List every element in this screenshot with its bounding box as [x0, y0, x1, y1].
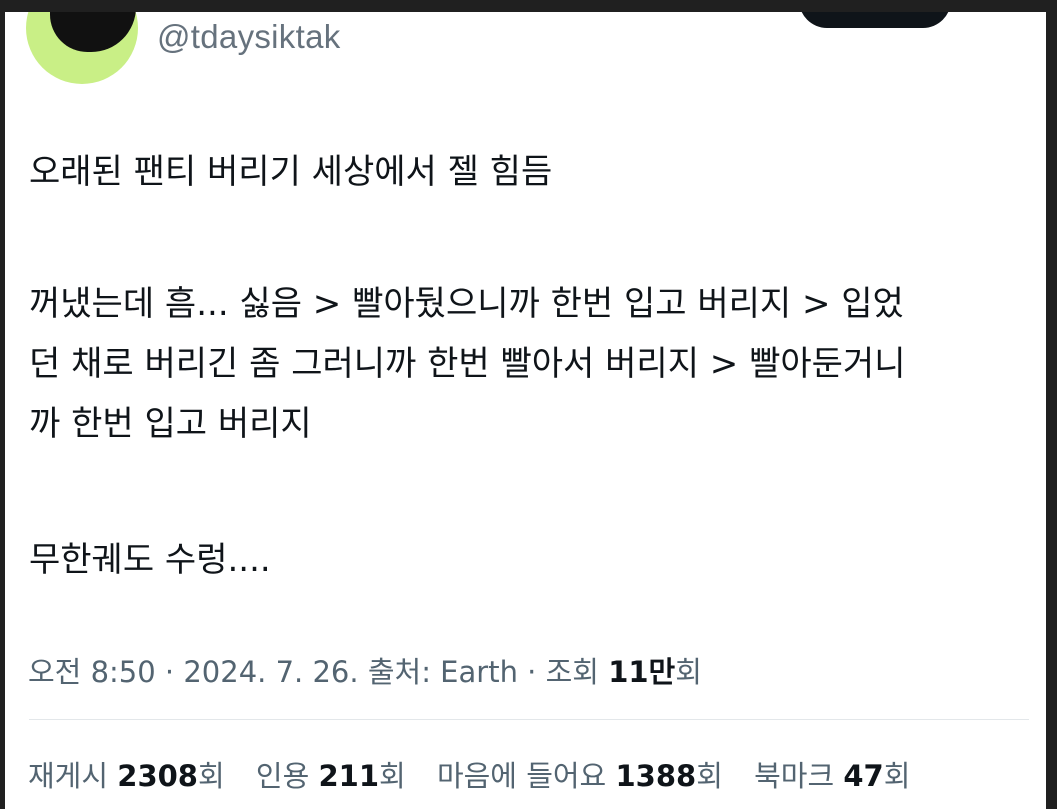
- avatar[interactable]: [26, 12, 138, 84]
- quotes-suffix: 회: [379, 759, 406, 793]
- views-label: 조회: [545, 655, 599, 689]
- tweet-text-line: 오래된 팬티 버리기 세상에서 젤 힘듬: [29, 152, 553, 192]
- likes-stat[interactable]: 마음에 들어요 1388회: [437, 759, 723, 793]
- likes-suffix: 회: [696, 759, 723, 793]
- tweet-text-line: 까 한번 입고 버리지: [29, 404, 312, 444]
- meta-separator: ·: [164, 655, 184, 689]
- retweets-stat[interactable]: 재게시 2308회: [28, 759, 225, 793]
- quotes-label: 인용: [255, 759, 310, 793]
- views-value: 11만: [608, 655, 676, 689]
- quotes-count: 211: [318, 759, 380, 793]
- retweets-count: 2308: [117, 759, 198, 793]
- retweets-label: 재게시: [28, 759, 109, 793]
- views-suffix: 회: [675, 655, 702, 689]
- tweet-card: @tdaysiktak 오래된 팬티 버리기 세상에서 젤 힘듬 꺼냈는데 흠.…: [5, 12, 1046, 809]
- retweets-suffix: 회: [197, 759, 225, 793]
- tweet-text-line: 꺼냈는데 흠... 싫음 > 빨아뒀으니까 한번 입고 버리지 > 입었: [29, 284, 904, 324]
- tweet-text-line: 무한궤도 수렁....: [29, 540, 271, 580]
- bookmarks-suffix: 회: [883, 759, 911, 793]
- tweet-text-line: 던 채로 버리긴 좀 그러니까 한번 빨아서 버리지 > 빨아둔거니: [29, 344, 906, 384]
- divider: [29, 719, 1029, 720]
- follow-button[interactable]: [799, 12, 951, 28]
- tweet-date[interactable]: 2024. 7. 26.: [183, 655, 358, 689]
- bookmarks-stat[interactable]: 북마크 47회: [754, 759, 910, 793]
- quotes-stat[interactable]: 인용 211회: [256, 759, 406, 793]
- black-cat-icon: [50, 12, 136, 52]
- bookmarks-label: 북마크: [754, 759, 835, 793]
- likes-label: 마음에 들어요: [436, 759, 607, 793]
- tweet-time[interactable]: 오전 8:50: [28, 655, 156, 689]
- tweet-source: 출처: Earth: [367, 655, 518, 689]
- meta-separator: ·: [527, 655, 546, 689]
- tweet-meta: 오전 8:50 · 2024. 7. 26. 출처: Earth · 조회 11…: [28, 649, 702, 691]
- author-handle[interactable]: @tdaysiktak: [157, 18, 341, 56]
- screenshot-frame: @tdaysiktak 오래된 팬티 버리기 세상에서 젤 힘듬 꺼냈는데 흠.…: [0, 0, 1057, 809]
- bookmarks-count: 47: [843, 759, 884, 793]
- likes-count: 1388: [615, 759, 697, 793]
- engagement-stats: 재게시 2308회 인용 211회 마음에 들어요 1388회 북마크 47회: [28, 753, 932, 795]
